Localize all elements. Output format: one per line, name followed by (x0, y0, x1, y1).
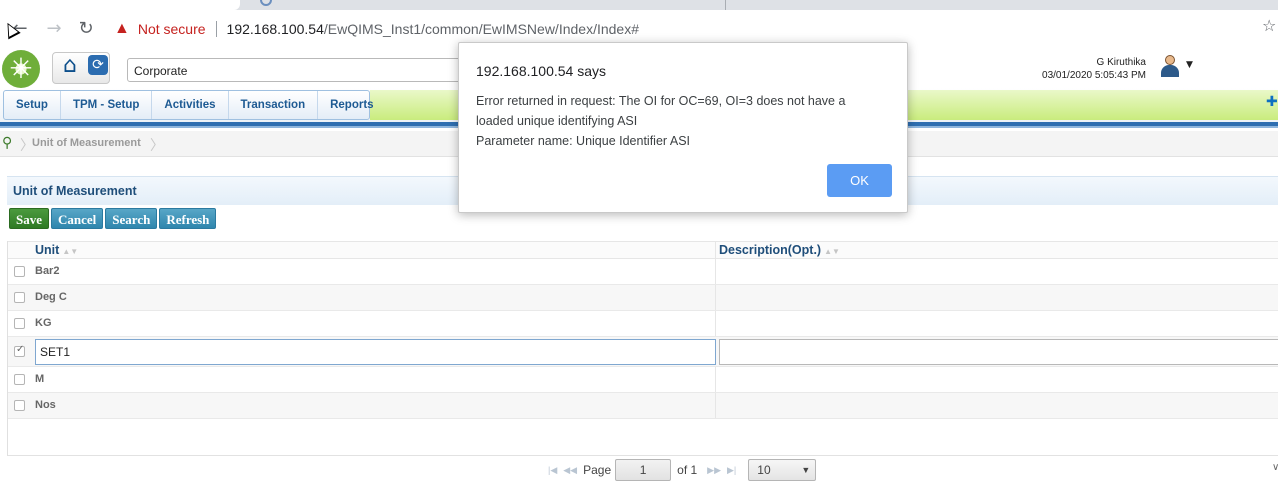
column-divider (715, 242, 716, 260)
page-count: of 1 (677, 463, 698, 477)
table-row[interactable]: KG (8, 311, 1278, 337)
table-row[interactable]: Deg C (8, 285, 1278, 311)
row-divider (715, 367, 716, 392)
menu-transaction[interactable]: Transaction (229, 91, 319, 119)
row-unit: Bar2 (35, 265, 60, 277)
page-label: Page (583, 463, 612, 477)
dialog-message-line: Error returned in request: The OI for OC… (476, 94, 846, 108)
action-toolbar: Save Cancel Search Refresh (9, 208, 217, 229)
table-row[interactable]: Nos (8, 393, 1278, 419)
alert-dialog: 192.168.100.54 says Error returned in re… (458, 42, 908, 213)
row-checkbox[interactable] (14, 292, 25, 303)
pager-divider (8, 455, 1278, 456)
description-edit-input[interactable] (719, 339, 1278, 365)
row-checkbox[interactable] (14, 266, 25, 277)
row-unit: Nos (35, 399, 56, 411)
dialog-message-line: Parameter name: Unique Identifier ASI (476, 134, 691, 148)
column-header-unit[interactable]: Unit ▲▼ (35, 243, 78, 257)
row-divider (715, 285, 716, 310)
row-checkbox[interactable] (14, 318, 25, 329)
reload-icon[interactable]: ↻ (74, 16, 98, 40)
row-divider (715, 393, 716, 418)
breadcrumb-home-icon[interactable]: ⚲ (2, 135, 12, 151)
not-secure-label[interactable]: Not secure (138, 21, 206, 37)
menu-setup[interactable]: Setup (4, 91, 61, 119)
unit-edit-input[interactable]: SET1 (35, 339, 716, 365)
home-icon[interactable]: ⌂ (58, 54, 82, 78)
tab-favicon-icon (260, 0, 272, 6)
first-page-icon[interactable]: |◀ (548, 465, 557, 476)
warning-triangle-icon[interactable]: ▲ (114, 20, 130, 38)
ok-button[interactable]: OK (827, 164, 892, 197)
row-unit: M (35, 373, 45, 385)
grid-header: Unit ▲▼ Description(Opt.) ▲▼ (8, 241, 1278, 260)
row-unit: Deg C (35, 291, 67, 303)
user-menu-caret-icon[interactable]: ▼ (1186, 60, 1193, 70)
row-checkbox[interactable] (14, 400, 25, 411)
pager: |◀ ◀◀ Page 1 of 1 ▶▶ ▶| 10 ▼ (548, 458, 817, 482)
logo-sun-icon: ✳ (9, 52, 33, 85)
chevron-down-icon[interactable]: ∨ (1272, 462, 1278, 473)
column-header-description[interactable]: Description(Opt.) ▲▼ (719, 243, 840, 257)
browser-tabstrip (0, 0, 1278, 10)
user-avatar-icon[interactable] (1160, 55, 1180, 77)
menu-activities[interactable]: Activities (152, 91, 229, 119)
breadcrumb-current: Unit of Measurement (32, 137, 141, 149)
row-unit: KG (35, 317, 52, 329)
menu-reports[interactable]: Reports (318, 91, 385, 119)
url-path[interactable]: /EwQIMS_Inst1/common/EwIMSNew/Index/Inde… (324, 21, 639, 37)
breadcrumb-separator-icon: 〉 (150, 138, 164, 154)
table-row[interactable]: M (8, 367, 1278, 393)
browser-tab-active[interactable] (0, 0, 240, 10)
chevron-down-icon: ▼ (801, 465, 811, 475)
browser-tab-inactive[interactable] (250, 0, 726, 10)
url-host[interactable]: 192.168.100.54 (227, 21, 324, 37)
organization-selector[interactable]: Corporate (127, 58, 467, 82)
dialog-title: 192.168.100.54 says (476, 63, 606, 79)
save-button[interactable]: Save (9, 208, 49, 229)
row-checkbox-checked[interactable] (14, 344, 25, 357)
row-divider (715, 259, 716, 284)
bookmark-star-icon[interactable]: ☆ (1262, 16, 1276, 35)
pin-icon[interactable]: ✚ (1266, 94, 1278, 110)
cancel-button[interactable]: Cancel (51, 208, 104, 229)
menu-tpm-setup[interactable]: TPM - Setup (61, 91, 153, 119)
row-checkbox[interactable] (14, 374, 25, 385)
last-page-icon[interactable]: ▶| (727, 465, 736, 476)
sort-icon[interactable]: ▲▼ (824, 247, 840, 256)
address-bar[interactable]: ▲ Not secure 192.168.100.54/EwQIMS_Inst1… (104, 15, 1254, 43)
page-size-value: 10 (757, 463, 771, 477)
unit-grid: Unit ▲▼ Description(Opt.) ▲▼ Bar2 Deg C KG… (7, 241, 1278, 456)
prev-page-icon[interactable]: ◀◀ (563, 465, 577, 476)
page-number-input[interactable]: 1 (615, 459, 672, 481)
table-row[interactable]: Bar2 (8, 259, 1278, 285)
omnibox-divider (215, 21, 217, 37)
user-name: G Kiruthika (1096, 57, 1146, 68)
sort-icon[interactable]: ▲▼ (62, 247, 78, 256)
dialog-message: Error returned in request: The OI for OC… (476, 91, 886, 151)
column-header-description-label: Description(Opt.) (719, 243, 822, 257)
table-row-editing[interactable]: SET1 (8, 337, 1278, 367)
refresh-button[interactable]: Refresh (159, 208, 217, 229)
page-size-select[interactable]: 10 ▼ (748, 459, 817, 481)
row-divider (715, 311, 716, 336)
dialog-message-line: loaded unique identifying ASI (476, 114, 638, 128)
forward-arrow-icon[interactable]: → (42, 16, 66, 40)
search-button[interactable]: Search (105, 208, 158, 229)
column-header-unit-label: Unit (35, 243, 60, 257)
refresh-app-icon[interactable]: ⟳ (88, 55, 108, 75)
next-page-icon[interactable]: ▶▶ (707, 465, 721, 476)
browser-toolbar: ← → ↻ ▲ Not secure 192.168.100.54/EwQIMS… (0, 10, 1278, 46)
main-menu: Setup TPM - Setup Activities Transaction… (3, 90, 374, 120)
login-datetime: 03/01/2020 5:05:43 PM (1042, 70, 1146, 81)
